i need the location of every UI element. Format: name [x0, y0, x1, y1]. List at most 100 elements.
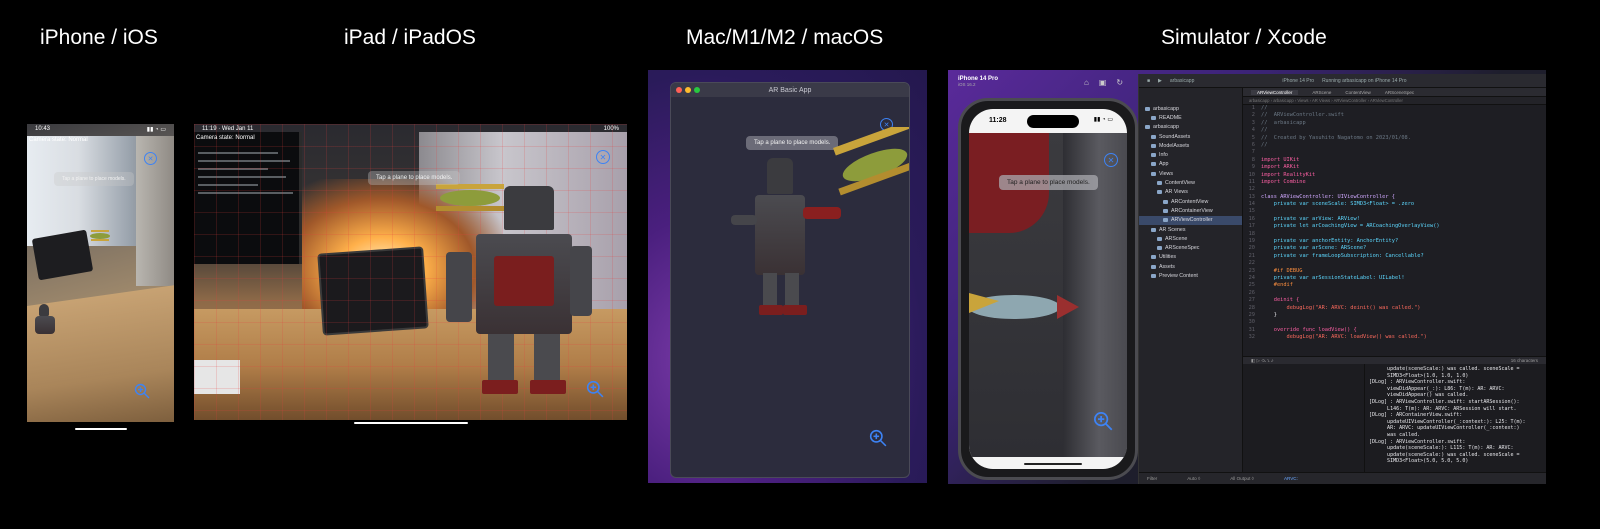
code-text: // Created by Yasuhito Nagatomo on 2023/… — [1261, 134, 1411, 141]
scheme-selector[interactable]: iPhone 14 Pro — [1282, 78, 1314, 84]
navigator-item[interactable]: arbasicapp — [1139, 123, 1242, 132]
editor-tab[interactable]: ARViewController — [1251, 89, 1299, 95]
navigator-item[interactable]: Preview Content — [1139, 271, 1242, 280]
heading-simulator: Simulator / Xcode — [1161, 26, 1327, 49]
navigator-item[interactable]: AR Scenes — [1139, 225, 1242, 234]
status-icons: ▮▮ ◔ ▭ — [146, 127, 166, 133]
simulator-os-version: iOS 16.2 — [958, 82, 976, 87]
navigator-item[interactable]: AR Views — [1139, 188, 1242, 197]
close-button[interactable]: ✕ — [596, 150, 610, 164]
navigator-filter[interactable]: Filter — [1147, 476, 1157, 481]
output-selector[interactable]: All Output ◊ — [1230, 476, 1254, 481]
run-icon[interactable]: ▶ — [1158, 78, 1162, 84]
code-text: deinit { — [1261, 297, 1300, 304]
zoom-in-button[interactable] — [134, 383, 150, 399]
code-text: } — [1261, 311, 1277, 318]
variables-view — [1243, 364, 1365, 472]
code-text: // — [1261, 105, 1268, 111]
navigator-item[interactable]: ARScene — [1139, 234, 1242, 243]
debug-console[interactable]: update(sceneScale:) was called. sceneSca… — [1365, 364, 1546, 472]
code-line: 18 — [1243, 231, 1546, 238]
code-text: private var arScene: ARScene? — [1261, 245, 1367, 252]
zoom-in-button[interactable] — [869, 429, 887, 447]
navigator-item-label: Info — [1159, 152, 1168, 159]
auto-selector[interactable]: Auto ◊ — [1187, 476, 1200, 481]
code-line: 27 deinit { — [1243, 297, 1546, 304]
folder-icon — [1151, 255, 1156, 260]
close-icon: ✕ — [599, 152, 607, 162]
rotate-icon[interactable]: ↻ — [1116, 78, 1133, 87]
navigator-item[interactable]: Views — [1139, 169, 1242, 178]
code-text: debugLog("AR: ARVC: loadView() was calle… — [1261, 334, 1427, 341]
code-line: 23 #if DEBUG — [1243, 268, 1546, 275]
code-line: 21 private var frameLoopSubscription: Ca… — [1243, 253, 1546, 260]
navigator-item[interactable]: arbasicapp — [1139, 104, 1242, 113]
code-line: 16 private var arView: ARView! — [1243, 216, 1546, 223]
code-line: 5 // Created by Yasuhito Nagatomo on 2023… — [1243, 135, 1546, 142]
line-number: 15 — [1248, 208, 1255, 215]
zoom-in-button[interactable] — [1093, 411, 1113, 431]
code-text: import ARKit — [1261, 164, 1300, 171]
editor-tabs: ARViewController ARScene ContentView ARScen… — [1243, 88, 1546, 97]
ar-view[interactable]: Tap a plane to place models. ✕ — [969, 133, 1127, 457]
dynamic-island — [1027, 115, 1079, 128]
code-text: import RealityKit — [1261, 171, 1316, 178]
code-text: import Combine — [1261, 178, 1306, 185]
source-editor[interactable]: ARViewController ARScene ContentView ARScen… — [1243, 88, 1546, 356]
line-number: 16 — [1248, 215, 1255, 222]
screenshot-icon[interactable]: ▣ — [1099, 78, 1117, 87]
stop-icon[interactable]: ■ — [1147, 78, 1150, 84]
folder-icon — [1151, 115, 1156, 120]
navigator-item[interactable]: ContentView — [1139, 178, 1242, 187]
ipad-screenshot: 11:19 · Wed Jan 11 100% Camera state: No… — [194, 124, 627, 420]
code-line: 26 — [1243, 290, 1546, 297]
navigator-item[interactable]: ARContainerView — [1139, 206, 1242, 215]
code-text: private var arSessionStateLabel: UILabel… — [1261, 274, 1405, 281]
navigator-item-label: ContentView — [1165, 180, 1195, 187]
status-battery: 100% — [603, 126, 619, 132]
editor-tab[interactable]: ARSceneSpec — [1385, 90, 1414, 95]
folder-icon — [1151, 227, 1156, 232]
line-number: 29 — [1248, 311, 1255, 318]
navigator-item[interactable]: App — [1139, 160, 1242, 169]
debug-controls[interactable]: ◧ ▷ ⤼ ⤵ ⤴ — [1251, 358, 1274, 364]
navigator-item-label: AR Scenes — [1159, 226, 1186, 233]
zoom-in-button[interactable] — [586, 380, 604, 398]
editor-tab[interactable]: ContentView — [1345, 90, 1370, 95]
window-titlebar[interactable]: AR Basic App — [671, 83, 909, 97]
home-icon[interactable]: ⌂ — [1084, 78, 1099, 87]
code-line: 17 private let arCoachingView = ARCoachi… — [1243, 223, 1546, 230]
line-number: 23 — [1248, 267, 1255, 274]
line-number: 1 — [1251, 105, 1255, 111]
status-time: 11:19 · Wed Jan 11 — [202, 126, 254, 132]
navigator-item[interactable]: ModelAssets — [1139, 141, 1242, 150]
navigator-item[interactable]: Assets — [1139, 262, 1242, 271]
editor-tab[interactable]: ARScene — [1312, 90, 1331, 95]
close-button[interactable]: ✕ — [144, 152, 157, 165]
navigator-item[interactable]: SoundAssets — [1139, 132, 1242, 141]
navigator-item[interactable]: ARSceneSpec — [1139, 243, 1242, 252]
close-button[interactable]: ✕ — [1104, 153, 1118, 167]
line-number: 18 — [1248, 230, 1255, 237]
navigator-item-label: Views — [1159, 170, 1174, 177]
navigator-item[interactable]: ARContentView — [1139, 197, 1242, 206]
folder-icon — [1151, 273, 1156, 278]
line-number: 10 — [1248, 171, 1255, 178]
navigator-item[interactable]: ARViewController — [1139, 215, 1242, 225]
jump-bar[interactable]: arbasicapp › arbasicapp › Views › AR Vie… — [1243, 97, 1546, 105]
navigator-item[interactable]: Utilities — [1139, 253, 1242, 262]
folder-icon — [1157, 236, 1162, 241]
code-text: private var frameLoopSubscription: Cance… — [1261, 252, 1424, 259]
line-number: 5 — [1251, 134, 1255, 141]
code-area[interactable]: 1 // 2 // ARViewController.swift 3 // arbasic… — [1243, 105, 1546, 356]
navigator-item-label: SoundAssets — [1159, 133, 1191, 140]
line-number: 27 — [1248, 297, 1255, 304]
code-line: 6 // — [1243, 142, 1546, 149]
code-text: import UIKit — [1261, 156, 1300, 163]
navigator-item[interactable]: README — [1139, 113, 1242, 122]
navigator-item[interactable]: Info — [1139, 150, 1242, 159]
navigator-item-label: ARSceneSpec — [1165, 245, 1200, 252]
code-line: 31 override func loadView() { — [1243, 327, 1546, 334]
code-line: 4 // — [1243, 127, 1546, 134]
console-filter[interactable]: ARVC: — [1284, 476, 1298, 481]
